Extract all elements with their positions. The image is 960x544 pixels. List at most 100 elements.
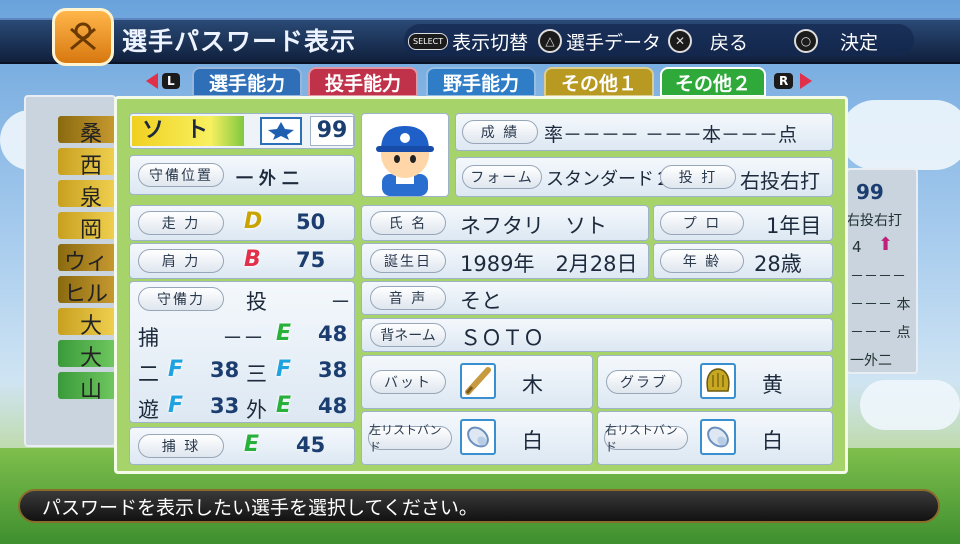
pro-value: 1年目 — [766, 214, 822, 238]
outfield-grade: E — [276, 393, 292, 418]
message-bar: パスワードを表示したい選手を選択してください。 — [18, 489, 940, 523]
tab-skill[interactable]: 選手能力 — [192, 67, 302, 97]
run-value: 50 — [296, 210, 326, 234]
hint-toggle[interactable]: SELECT 表示切替 — [408, 26, 528, 56]
right-panel-line: －－－ 点 — [850, 325, 911, 341]
catcher-value: 48 — [318, 322, 348, 346]
third-value: 38 — [318, 358, 348, 382]
tab-right-arrow-icon[interactable] — [800, 73, 812, 89]
hint-player-data-label: 選手データ — [566, 31, 662, 54]
position-label: 守備位置 — [138, 163, 224, 187]
right-wrist-value: 白 — [762, 429, 783, 453]
name-label: 氏 名 — [370, 211, 446, 235]
hint-decide[interactable]: ○ 決定 — [794, 26, 878, 56]
second-value: 38 — [210, 358, 240, 382]
left-wrist-label: 左リストバンド — [368, 423, 452, 454]
bat-label: バット — [370, 370, 446, 394]
right-panel-line: 一外二 — [850, 353, 892, 369]
catch-value: 45 — [296, 433, 326, 457]
age-value: 28歳 — [754, 252, 802, 276]
glove-cell: グラブ 黄 — [597, 355, 833, 409]
bat-cell: バット 木 — [361, 355, 593, 409]
arm-label: 肩 力 — [138, 249, 224, 273]
glove-value: 黄 — [762, 373, 783, 397]
hint-player-data[interactable]: △ 選手データ — [538, 26, 661, 56]
tab-left-arrow-icon[interactable] — [146, 73, 158, 89]
form-label: フォーム — [462, 165, 542, 189]
bat-value: 木 — [522, 373, 543, 397]
voice-value: そと — [460, 289, 502, 313]
record-value: 率－－－－ －－－本－－－点 — [544, 124, 798, 146]
left-wrist-value: 白 — [522, 429, 543, 453]
uniform-number: 99 — [310, 116, 354, 146]
hint-back[interactable]: ✕ 戻る — [668, 26, 748, 56]
form-cell: フォーム スタンダード２５ 投 打 右投右打 — [455, 157, 833, 197]
age-cell: 年 齢 28歳 — [653, 243, 833, 279]
player-face-icon — [376, 126, 434, 196]
name-cell: 氏 名 ネフタリ ソト — [361, 205, 649, 241]
pro-cell: プ ロ 1年目 — [653, 205, 833, 241]
cloud — [840, 100, 960, 170]
list-item[interactable]: 大 — [58, 308, 116, 339]
wristband-icon — [700, 419, 736, 455]
catcher-pos: 捕 — [138, 326, 159, 350]
list-item[interactable]: 西 — [58, 148, 116, 179]
run-cell: 走 力 D 50 — [129, 205, 355, 241]
birth-value: 1989年 2月28日 — [460, 252, 638, 276]
voice-label: 音 声 — [370, 286, 446, 310]
catch-grade: E — [244, 432, 260, 457]
up-arrow-icon: ⬆ — [878, 234, 894, 255]
list-item[interactable]: 山 — [58, 372, 116, 403]
list-item[interactable]: 岡 — [58, 212, 116, 243]
arm-value: 75 — [296, 248, 326, 272]
list-item[interactable]: ヒル — [58, 276, 116, 307]
list-item[interactable]: 泉 — [58, 180, 116, 211]
l-button-icon: L — [162, 73, 180, 89]
right-panel-line: －－－－ — [850, 269, 906, 285]
right-panel-line: 右投右打 — [846, 213, 902, 229]
record-label: 成 績 — [462, 120, 538, 144]
arm-cell: 肩 力 B 75 — [129, 243, 355, 279]
r-button-icon: R — [774, 73, 794, 89]
right-panel-line: －－－ 本 — [850, 297, 911, 313]
player-name-cell: ソ ト 99 — [129, 113, 355, 149]
bat-icon — [460, 363, 496, 399]
birth-cell: 誕生日 1989年 2月28日 — [361, 243, 649, 279]
second-grade: F — [168, 357, 184, 382]
back-name-value: ＳＯＴＯ — [460, 326, 544, 350]
list-item[interactable]: 大 — [58, 340, 116, 371]
third-grade: F — [276, 357, 292, 382]
tab-pitcher[interactable]: 投手能力 — [308, 67, 418, 97]
cross-button-icon: ✕ — [668, 29, 692, 53]
select-button-icon: SELECT — [408, 32, 449, 50]
age-label: 年 齢 — [660, 249, 744, 273]
throw-bat-label: 投 打 — [660, 165, 736, 189]
hint-toggle-label: 表示切替 — [452, 31, 529, 54]
wristband-icon — [460, 419, 496, 455]
catcher-dash: －－ — [222, 326, 264, 350]
tab-other1[interactable]: その他１ — [544, 67, 654, 97]
list-item[interactable]: 桑 — [58, 116, 116, 147]
voice-cell: 音 声 そと — [361, 281, 833, 315]
third-pos: 三 — [246, 362, 267, 386]
run-label: 走 力 — [138, 211, 224, 235]
catch-cell: 捕 球 E 45 — [129, 427, 355, 465]
tab-fielder[interactable]: 野手能力 — [426, 67, 536, 97]
hint-back-label: 戻る — [710, 31, 749, 54]
tab-other2[interactable]: その他２ — [660, 67, 766, 97]
right-info-panel: 99 右投右打 4 ⬆ －－－－ －－－ 本 －－－ 点 一外二 — [846, 168, 918, 374]
team-logo-icon — [260, 117, 302, 145]
right-panel-line: 4 — [852, 238, 862, 256]
player-avatar — [361, 113, 449, 197]
glove-label: グラブ — [606, 370, 682, 394]
fielding-pos: 投 — [246, 290, 267, 314]
catch-label: 捕 球 — [138, 434, 224, 458]
fielding-label: 守備力 — [138, 287, 224, 311]
position-cell: 守備位置 一 外 二 — [129, 155, 355, 195]
glove-icon — [700, 363, 736, 399]
position-value: 一 外 二 — [236, 169, 299, 189]
record-cell: 成 績 率－－－－ －－－本－－－点 — [455, 113, 833, 151]
outfield-value: 48 — [318, 394, 348, 418]
fielding-value: － — [330, 290, 351, 314]
list-item[interactable]: ウィ — [58, 244, 116, 275]
